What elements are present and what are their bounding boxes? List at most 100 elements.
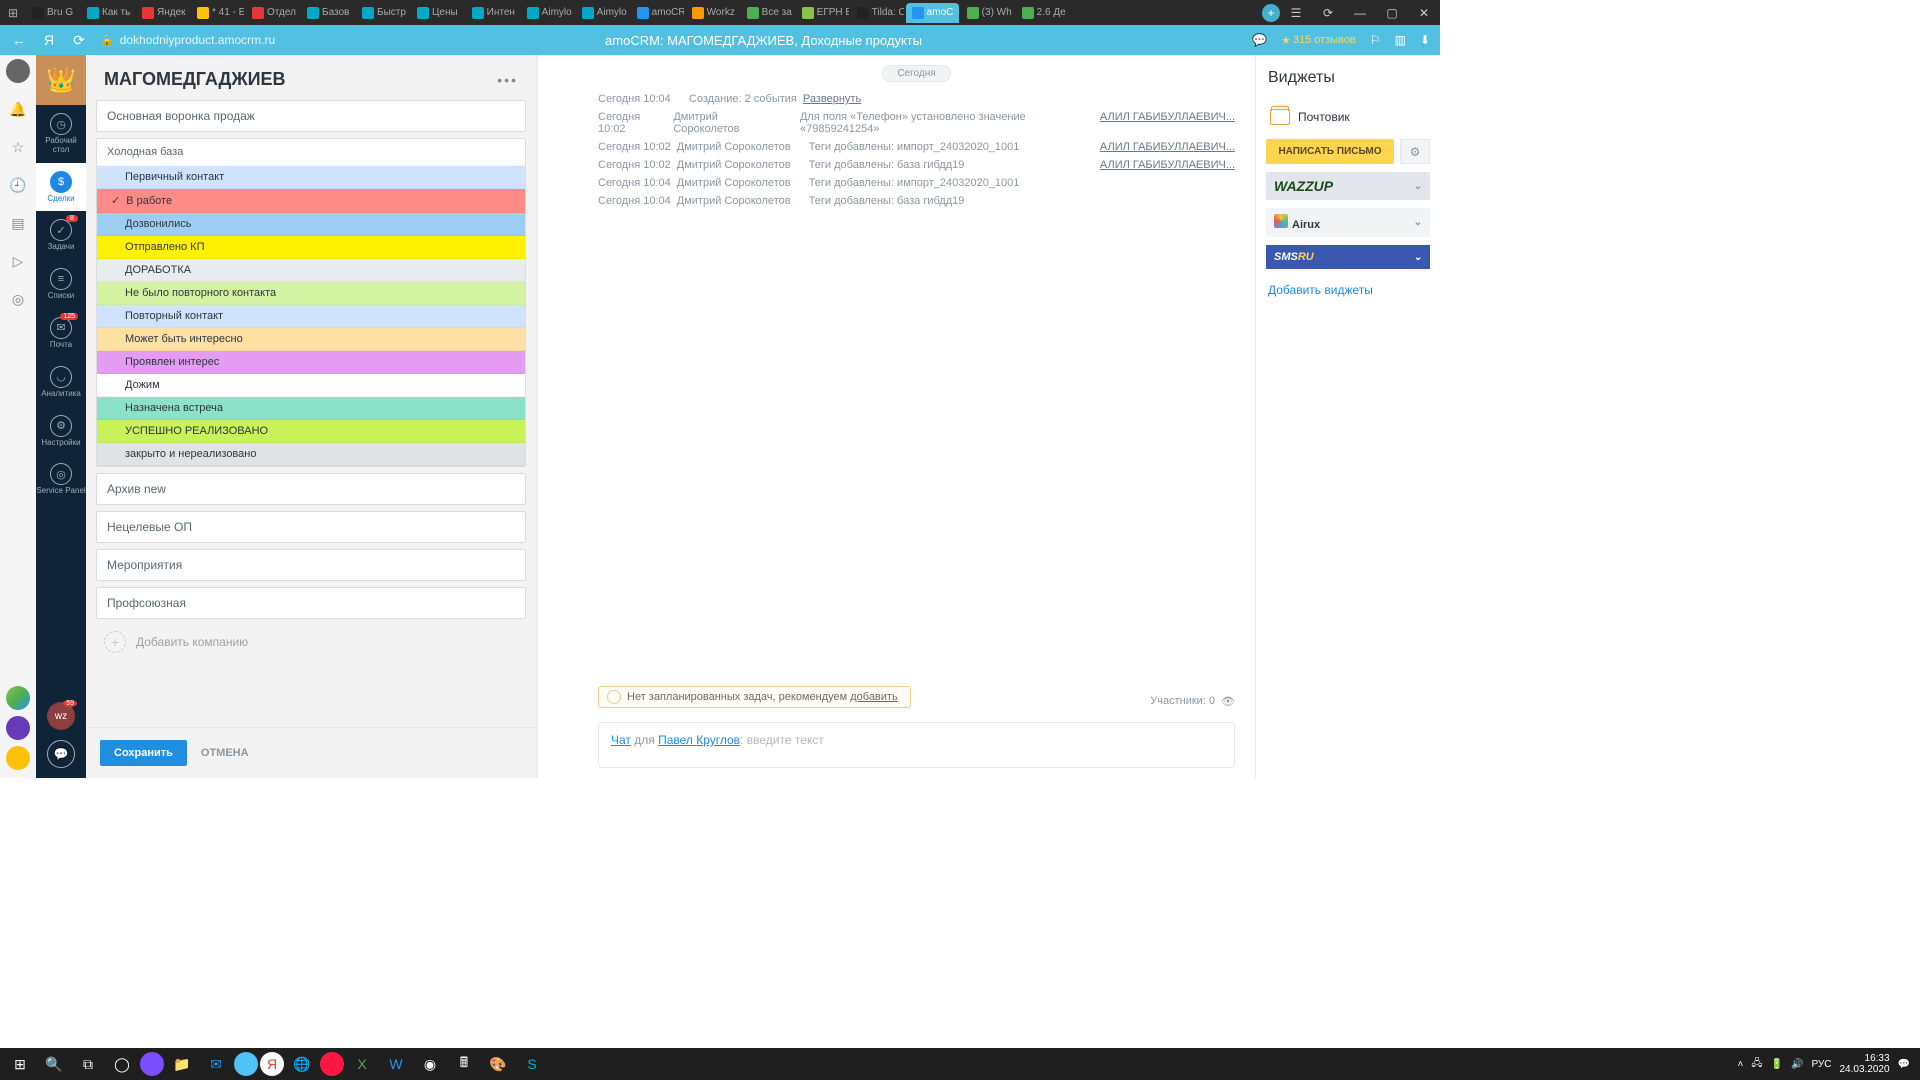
tray-volume-icon[interactable]: 🔊	[1791, 1059, 1803, 1070]
chat-tab-link[interactable]: Чат	[611, 733, 631, 747]
taskbar-app-3[interactable]: ◉	[414, 1050, 446, 1078]
pipeline-option[interactable]: Профсоюзная	[96, 587, 526, 619]
notification-icon[interactable]: 🔔	[6, 97, 30, 121]
feed-contact-link[interactable]: АЛИЛ ГАБИБУЛЛАЕВИЧ...	[1100, 111, 1235, 123]
service-icon-3[interactable]	[6, 746, 30, 770]
feed-expand-link[interactable]: Развернуть	[803, 93, 861, 105]
user-avatar[interactable]	[6, 59, 30, 83]
taskbar-app-2[interactable]	[234, 1052, 258, 1076]
outlook-icon[interactable]: ✉	[200, 1050, 232, 1078]
pipeline-stage[interactable]: Первичный контакт	[97, 166, 525, 189]
tray-network-icon[interactable]: 🖧	[1751, 1056, 1762, 1073]
address-field[interactable]: 🔒 dokhodniyproduct.amocrm.ru	[100, 33, 275, 47]
pipeline-select[interactable]: Основная воронка продаж	[96, 100, 526, 132]
chat-input[interactable]: Чат для Павел Круглов: введите текст	[598, 722, 1235, 768]
browser-tab[interactable]: Как ть	[81, 3, 134, 23]
skype-icon[interactable]: S	[516, 1050, 548, 1078]
yandex-browser-icon[interactable]: Я	[260, 1052, 284, 1076]
browser-tab[interactable]: Aimylo	[576, 3, 629, 23]
back-button[interactable]: ←	[10, 32, 28, 48]
paint-icon[interactable]: 🎨	[482, 1050, 514, 1078]
browser-tab[interactable]: amoC✕	[906, 3, 959, 23]
amo-nav-item[interactable]: ⚙Настройки	[36, 407, 86, 456]
browser-tab[interactable]: (3) Wh	[961, 3, 1014, 23]
word-icon[interactable]: W	[380, 1050, 412, 1078]
tray-chevron-icon[interactable]: ˄	[1738, 1059, 1744, 1070]
cortana-icon[interactable]: ◯	[106, 1050, 138, 1078]
tray-language[interactable]: РУС	[1811, 1059, 1831, 1070]
deal-menu-icon[interactable]: •••	[497, 72, 518, 88]
browser-tab[interactable]: 2.6 Де	[1016, 3, 1069, 23]
amo-nav-item[interactable]: ◡Аналитика	[36, 358, 86, 407]
save-button[interactable]: Сохранить	[100, 740, 187, 766]
browser-tab[interactable]: * 41 - Е	[191, 3, 244, 23]
browser-tab[interactable]: Интен	[466, 3, 519, 23]
add-company-button[interactable]: + Добавить компанию	[86, 619, 536, 665]
tray-notifications-icon[interactable]: 💬	[1898, 1059, 1910, 1070]
apps-icon[interactable]: ⊞	[4, 4, 22, 22]
tray-clock[interactable]: 16:33 24.03.2020	[1839, 1053, 1889, 1075]
pipeline-stage[interactable]: Повторный контакт	[97, 305, 525, 328]
browser-menu-icon[interactable]: ☰	[1284, 6, 1308, 20]
widget-settings-button[interactable]: ⚙	[1400, 139, 1430, 164]
pipeline-stage[interactable]: Отправлено КП	[97, 236, 525, 259]
pipeline-stage[interactable]: Дозвонились	[97, 213, 525, 236]
reviews-badge[interactable]: ★315 отзывов	[1281, 34, 1356, 47]
chat-recipient-link[interactable]: Павел Круглов	[658, 733, 740, 747]
search-icon[interactable]: 🔍	[38, 1050, 70, 1078]
feed-contact-link[interactable]: АЛИЛ ГАБИБУЛЛАЕВИЧ...	[1100, 141, 1235, 153]
minimize-button[interactable]: —	[1348, 6, 1372, 20]
reload-button[interactable]: ⟳	[70, 32, 88, 49]
task-view-icon[interactable]: ⧉	[72, 1050, 104, 1078]
participants-count[interactable]: Участники: 0 👁	[1150, 695, 1235, 708]
excel-icon[interactable]: X	[346, 1050, 378, 1078]
amo-nav-item[interactable]: ≡Списки	[36, 260, 86, 309]
taskbar-app-1[interactable]	[140, 1052, 164, 1076]
bookmark-icon[interactable]: ⚐	[1370, 33, 1381, 47]
browser-tab[interactable]: Bru G	[26, 3, 79, 23]
browser-tab[interactable]: Aimylo	[521, 3, 574, 23]
pipeline-option[interactable]: Архив new	[96, 473, 526, 505]
history-icon[interactable]: 🕘	[6, 173, 30, 197]
pipeline-stage[interactable]: Может быть интересно	[97, 328, 525, 351]
pipeline-stage[interactable]: закрыто и нереализовано	[97, 443, 525, 466]
browser-tab[interactable]: Workz	[686, 3, 739, 23]
extension-icon[interactable]: ▥	[1395, 33, 1406, 47]
browser-tab[interactable]: ЕГРН Е	[796, 3, 849, 23]
browser-sync-icon[interactable]: ⟳	[1316, 6, 1340, 20]
maximize-button[interactable]: ▢	[1380, 6, 1404, 20]
browser-tab[interactable]: Tilda: С	[851, 3, 904, 23]
pipeline-option[interactable]: Нецелевые ОП	[96, 511, 526, 543]
add-task-link[interactable]: добавить	[850, 691, 897, 703]
favorite-icon[interactable]: ☆	[6, 135, 30, 159]
browser-tab[interactable]: Цены	[411, 3, 464, 23]
wazzup-sidebar-icon[interactable]: wz59	[47, 702, 75, 730]
amo-user-avatar[interactable]: 👑	[36, 55, 86, 105]
amo-nav-item[interactable]: ◎Service Panel	[36, 455, 86, 504]
new-tab-button[interactable]: +	[1262, 4, 1280, 22]
widget-mailer[interactable]: Почтовик	[1266, 103, 1430, 131]
pipeline-stage[interactable]: ДОРАБОТКА	[97, 259, 525, 282]
screenshot-icon[interactable]: ◎	[6, 287, 30, 311]
amo-nav-item[interactable]: $Сделки	[36, 163, 86, 212]
chat-sidebar-icon[interactable]: 💬	[47, 740, 75, 768]
stage-list-header[interactable]: Холодная база	[97, 139, 525, 166]
start-button[interactable]: ⊞	[4, 1050, 36, 1078]
feed-contact-link[interactable]: АЛИЛ ГАБИБУЛЛАЕВИЧ...	[1100, 159, 1235, 171]
downloads-icon[interactable]: ⬇	[1420, 33, 1430, 47]
browser-tab[interactable]: Отдел	[246, 3, 299, 23]
pipeline-stage[interactable]: В работе	[97, 189, 525, 213]
service-icon-1[interactable]	[6, 686, 30, 710]
pipeline-stage[interactable]: Назначена встреча	[97, 397, 525, 420]
browser-tab[interactable]: Быстр	[356, 3, 409, 23]
opera-icon[interactable]	[320, 1052, 344, 1076]
yandex-home-icon[interactable]: Я	[40, 32, 58, 48]
cancel-button[interactable]: ОТМЕНА	[201, 747, 249, 759]
browser-tab[interactable]: Все за	[741, 3, 794, 23]
pipeline-stage[interactable]: Дожим	[97, 374, 525, 397]
browser-tab[interactable]: Базов	[301, 3, 354, 23]
widget-smsru[interactable]: SMSRU⌄	[1266, 245, 1430, 269]
close-window-button[interactable]: ✕	[1412, 6, 1436, 20]
system-tray[interactable]: ˄ 🖧 🔋 🔊 РУС 16:33 24.03.2020 💬	[1738, 1053, 1916, 1075]
pipeline-stage[interactable]: Проявлен интерес	[97, 351, 525, 374]
